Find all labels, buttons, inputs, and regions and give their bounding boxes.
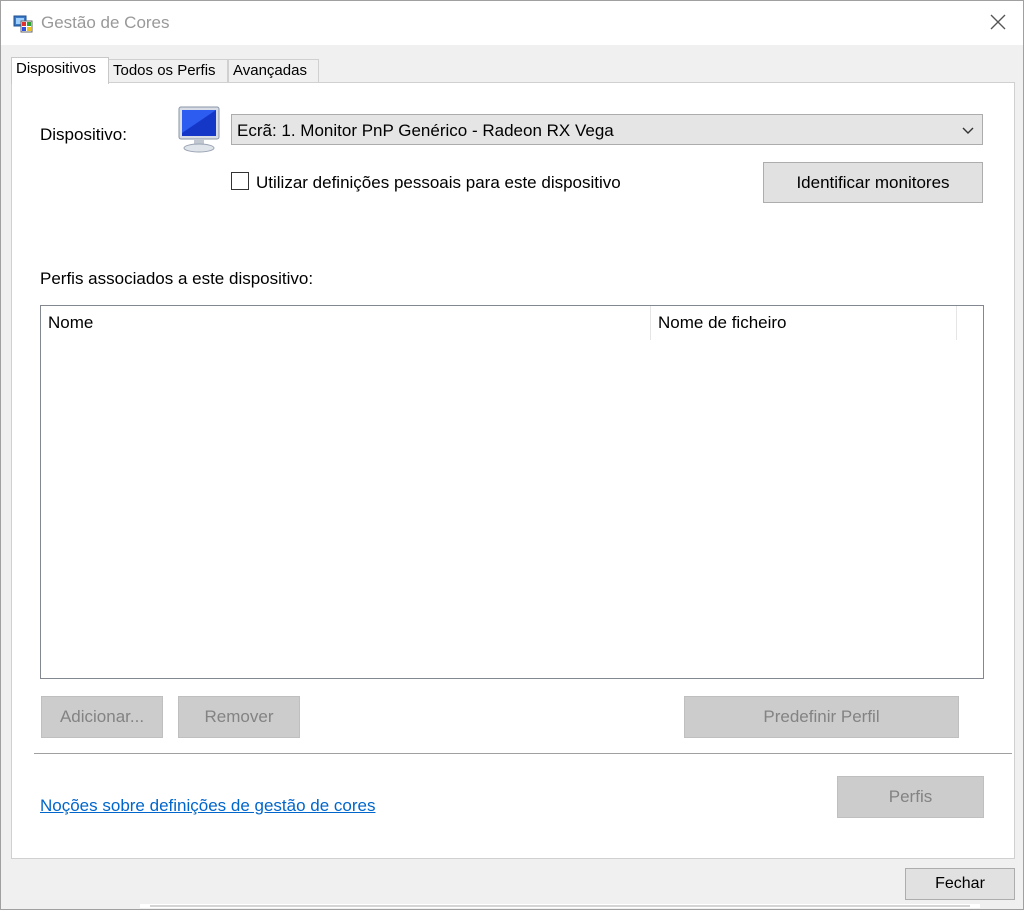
profiles-list[interactable]: Nome Nome de ficheiro: [40, 305, 984, 679]
identify-monitors-button[interactable]: Identificar monitores: [763, 162, 983, 203]
color-management-help-link[interactable]: Noções sobre definições de gestão de cor…: [40, 796, 375, 816]
close-icon[interactable]: [987, 11, 1009, 33]
tab-dispositivos[interactable]: Dispositivos: [11, 57, 109, 84]
column-header-nome[interactable]: Nome: [41, 306, 651, 340]
tab-avancadas[interactable]: Avançadas: [228, 59, 319, 82]
device-select[interactable]: Ecrã: 1. Monitor PnP Genérico - Radeon R…: [231, 114, 983, 145]
device-label: Dispositivo:: [40, 125, 127, 144]
chevron-down-icon: [962, 127, 974, 134]
profiles-button[interactable]: Perfis: [837, 776, 984, 818]
color-management-icon: [13, 15, 33, 33]
devices-panel: Dispositivo: Ecrã: 1. Monitor PnP Genéri…: [11, 82, 1015, 859]
color-management-window: Gestão de Cores Dispositivos Todos os Pe…: [0, 0, 1024, 910]
profiles-list-header: Nome Nome de ficheiro: [41, 306, 983, 340]
profiles-label: Perfis associados a este dispositivo:: [40, 269, 314, 288]
add-button[interactable]: Adicionar...: [41, 696, 163, 738]
column-header-nome-de-ficheiro[interactable]: Nome de ficheiro: [651, 306, 957, 340]
separator: [34, 753, 1012, 754]
tab-todos-os-perfis[interactable]: Todos os Perfis: [108, 59, 228, 82]
background-window-edge: [140, 904, 980, 908]
set-default-profile-button[interactable]: Predefinir Perfil: [684, 696, 959, 738]
personal-settings-checkbox[interactable]: [231, 172, 249, 190]
window-title: Gestão de Cores: [41, 13, 170, 32]
personal-settings-label[interactable]: Utilizar definições pessoais para este d…: [256, 173, 621, 193]
device-select-value: Ecrã: 1. Monitor PnP Genérico - Radeon R…: [237, 121, 614, 140]
remove-button[interactable]: Remover: [178, 696, 300, 738]
title-bar: Gestão de Cores: [1, 1, 1023, 45]
monitor-icon: [178, 106, 220, 153]
close-button[interactable]: Fechar: [905, 868, 1015, 900]
